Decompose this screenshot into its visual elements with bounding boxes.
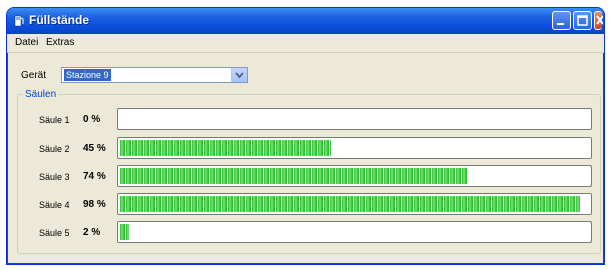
menu-datei[interactable]: Datei (15, 37, 38, 48)
column-5-label: Säule 5 (39, 228, 70, 238)
menu-bar: Datei Extras (7, 34, 604, 53)
maximize-icon (577, 15, 588, 26)
column-2-progress-bar (117, 137, 592, 159)
app-window: Füllstände Datei Extras Gerät Stazione 9… (6, 7, 605, 265)
column-4-label: Säule 4 (39, 200, 70, 210)
column-1-label: Säule 1 (39, 115, 70, 125)
column-1-progress-bar (117, 108, 592, 130)
device-select-dropdown-button[interactable] (231, 68, 247, 82)
minimize-button[interactable] (552, 11, 571, 30)
column-3-value: 74 % (83, 171, 106, 182)
menu-extras[interactable]: Extras (46, 37, 74, 48)
column-4-value: 98 % (83, 199, 106, 210)
device-select-value: Stazione 9 (64, 69, 111, 81)
column-5-value: 2 % (83, 227, 101, 238)
column-1-value: 0 % (83, 114, 101, 125)
maximize-button[interactable] (573, 11, 592, 30)
column-4-progress-fill (120, 196, 580, 212)
window-title: Füllstände (29, 13, 90, 27)
column-2-value: 45 % (83, 143, 106, 154)
columns-group-title: Säulen (23, 89, 59, 100)
column-3-progress-fill (120, 168, 467, 184)
column-3-label: Säule 3 (39, 172, 70, 182)
minimize-icon (557, 23, 564, 25)
chevron-down-icon (235, 72, 244, 79)
column-2-label: Säule 2 (39, 144, 70, 154)
column-4-progress-bar (117, 193, 592, 215)
device-select[interactable]: Stazione 9 (61, 67, 248, 83)
column-3-progress-bar (117, 165, 592, 187)
gas-pump-icon (14, 15, 24, 27)
title-bar[interactable]: Füllstände (7, 8, 604, 34)
column-5-progress-bar (117, 221, 592, 243)
close-icon (596, 15, 603, 25)
column-5-progress-fill (120, 224, 129, 240)
close-button[interactable] (594, 11, 603, 30)
column-2-progress-fill (120, 140, 331, 156)
device-label: Gerät (21, 70, 47, 81)
